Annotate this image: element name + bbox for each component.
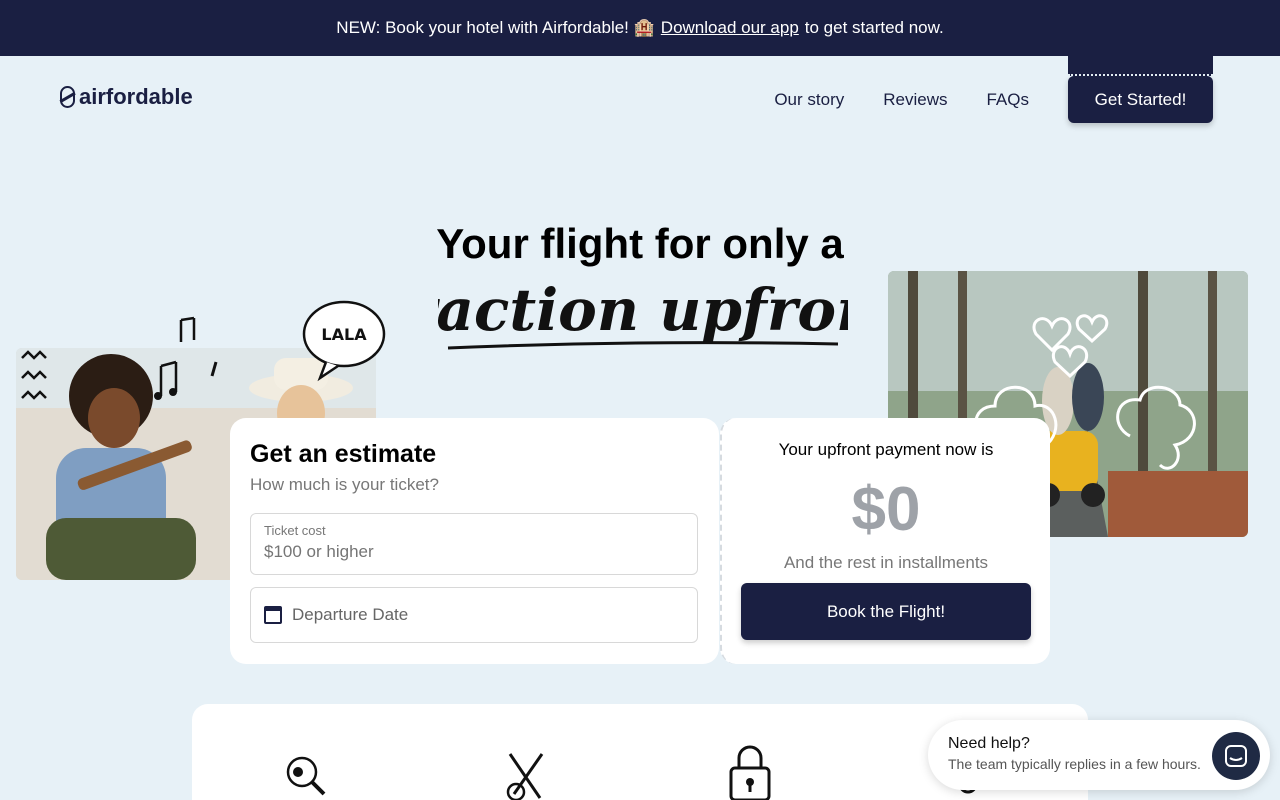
hero-script-heading: fraction upfront: [438, 276, 848, 350]
calendar-icon: [264, 606, 282, 624]
magnifier-icon: [286, 756, 326, 796]
tools-icon: [506, 753, 544, 800]
ticket-cost-input[interactable]: [251, 542, 697, 562]
ticket-cost-field[interactable]: Ticket cost: [250, 513, 698, 575]
departure-date-placeholder: Departure Date: [292, 605, 409, 624]
get-started-button[interactable]: Get Started!: [1068, 76, 1213, 123]
lala-doodle-text: LALA: [321, 325, 367, 344]
brand-logo[interactable]: airfordable: [60, 84, 193, 110]
nav-faqs[interactable]: FAQs: [986, 90, 1029, 110]
hero-script-text: fraction upfront: [438, 276, 848, 344]
departure-date-field[interactable]: Departure Date: [250, 587, 698, 643]
payment-title: Your upfront payment now is: [778, 440, 994, 459]
music-doodles: LALA: [21, 300, 386, 400]
book-flight-button[interactable]: Book the Flight!: [741, 583, 1031, 640]
lock-icon: [729, 745, 771, 800]
cta-decoration: [1068, 56, 1213, 76]
ticket-cost-label: Ticket cost: [264, 523, 326, 538]
logo-icon: [60, 86, 75, 108]
announcement-bar: NEW: Book your hotel with Airfordable! 🏨…: [0, 0, 1280, 56]
chat-launcher-button[interactable]: [1212, 732, 1260, 780]
payment-amount: $0: [851, 475, 921, 544]
brand-name: airfordable: [79, 84, 193, 109]
main-nav: Our story Reviews FAQs Get Started!: [774, 76, 1213, 123]
help-subtitle: The team typically replies in a few hour…: [948, 756, 1201, 772]
hero-title: Your flight for only a: [436, 220, 844, 267]
announcement-suffix: to get started now.: [804, 18, 944, 37]
estimate-subtitle: How much is your ticket?: [250, 475, 439, 494]
nav-reviews[interactable]: Reviews: [883, 90, 947, 110]
help-title: Need help?: [948, 735, 1030, 752]
announcement-text: NEW: Book your hotel with Airfordable! 🏨: [336, 18, 655, 37]
chat-icon: [1225, 745, 1247, 767]
payment-rest-text: And the rest in installments: [783, 553, 989, 572]
estimate-title: Get an estimate: [250, 440, 437, 468]
nav-our-story[interactable]: Our story: [774, 90, 844, 110]
download-app-link[interactable]: Download our app: [661, 18, 799, 38]
payment-card: Your upfront payment now is $0 And the r…: [720, 418, 1050, 664]
estimate-card: Get an estimate How much is your ticket?…: [230, 418, 719, 664]
